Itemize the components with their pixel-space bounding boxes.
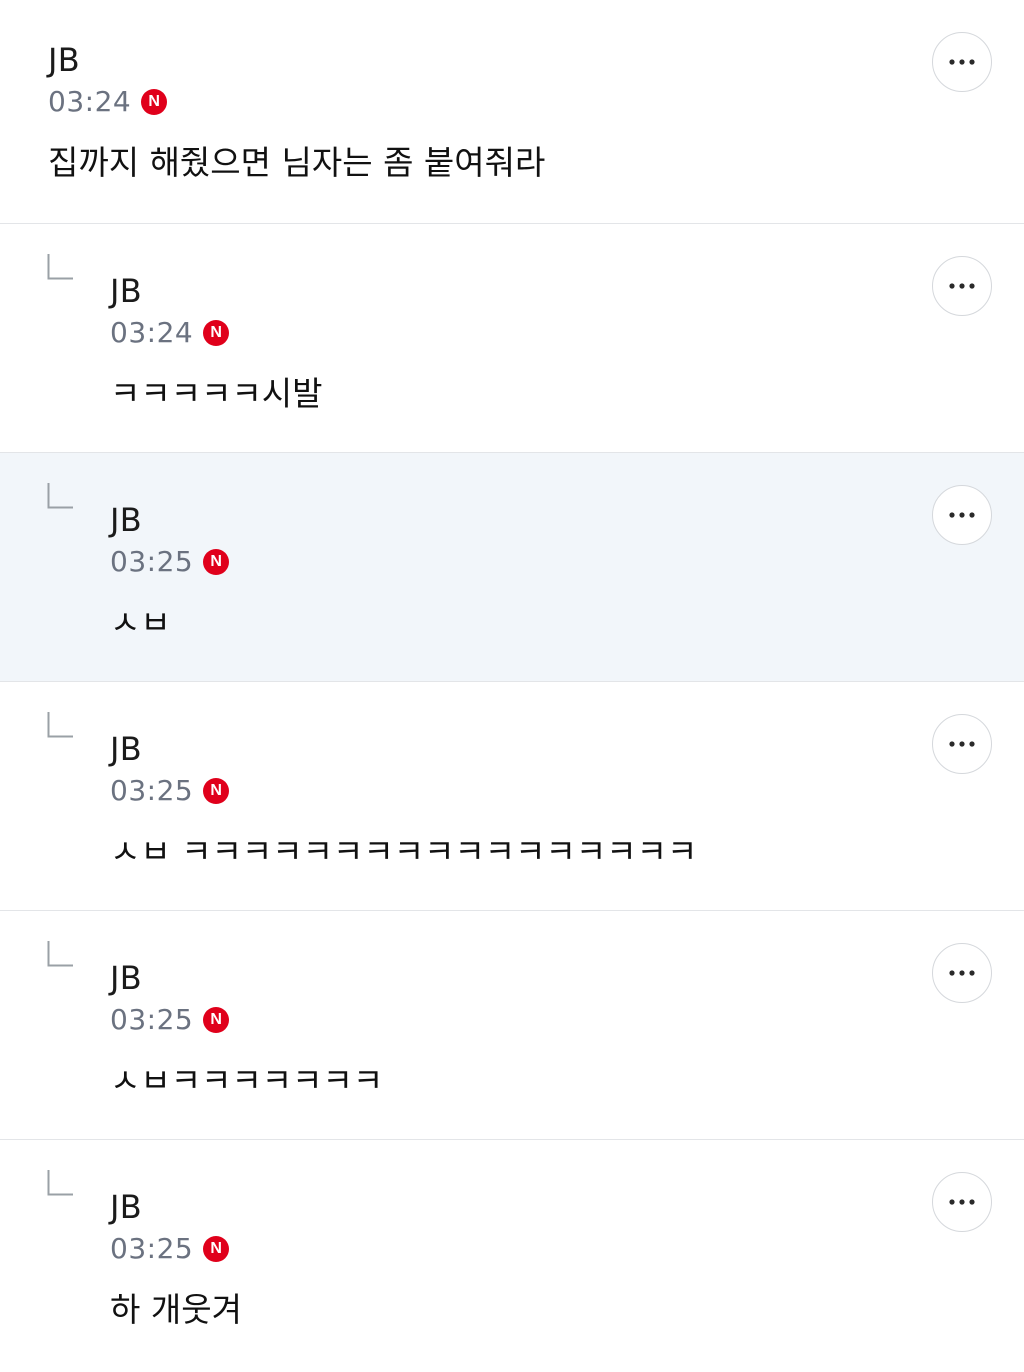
comment-author[interactable]: JB — [110, 271, 904, 311]
more-options-button[interactable] — [932, 32, 992, 92]
more-options-button[interactable] — [932, 256, 992, 316]
reply-arrow-icon — [47, 483, 73, 509]
more-horizontal-icon — [949, 741, 975, 747]
comment-meta: 03:25 N — [110, 542, 904, 582]
more-options-button[interactable] — [932, 1172, 992, 1232]
comment-text: ㅅㅂ — [110, 603, 171, 642]
more-options-button[interactable] — [932, 943, 992, 1003]
more-options-button[interactable] — [932, 714, 992, 774]
comment-content: JB 03:25 N ㅅㅂ ㅋㅋㅋㅋㅋㅋㅋㅋㅋㅋㅋㅋㅋㅋㅋㅋㅋ — [110, 729, 904, 877]
reply-item: JB 03:25 N ㅅㅂ ㅋㅋㅋㅋㅋㅋㅋㅋㅋㅋㅋㅋㅋㅋㅋㅋㅋ — [0, 682, 1024, 911]
comment-text: ㅅㅂㅋㅋㅋㅋㅋㅋㅋ — [110, 1061, 384, 1100]
comment-time: 03:25 — [110, 774, 194, 807]
more-options-button[interactable] — [932, 485, 992, 545]
comment-author[interactable]: JB — [110, 1187, 904, 1227]
comment-meta: 03:25 N — [110, 1000, 904, 1040]
comment-content: JB 03:25 N ㅅㅂ — [110, 500, 904, 648]
reply-arrow-icon — [47, 1170, 73, 1196]
comment-time: 03:25 — [110, 1232, 194, 1265]
reply-item: JB 03:25 N 하 개웃겨 — [0, 1140, 1024, 1372]
comment-content: JB 03:25 N ㅅㅂㅋㅋㅋㅋㅋㅋㅋ — [110, 958, 904, 1106]
reply-arrow-icon — [47, 712, 73, 738]
comment-time: 03:24 — [48, 85, 132, 118]
comment-time: 03:25 — [110, 545, 194, 578]
reply-item: JB 03:25 N ㅅㅂ — [0, 453, 1024, 682]
reply-arrow-icon — [47, 941, 73, 967]
comment-time: 03:25 — [110, 1003, 194, 1036]
comment-text: 하 개웃겨 — [110, 1290, 242, 1329]
comment-text: ㅋㅋㅋㅋㅋ시발 — [110, 374, 323, 413]
comment-author[interactable]: JB — [48, 40, 904, 80]
comment-text: 집까지 해줬으면 님자는 좀 붙여줘라 — [48, 143, 546, 182]
comment-time: 03:24 — [110, 316, 194, 349]
new-badge-icon: N — [203, 1236, 230, 1262]
more-horizontal-icon — [949, 970, 975, 976]
new-badge-icon: N — [203, 778, 230, 804]
new-badge-icon: N — [141, 89, 168, 115]
comment-content: JB 03:24 N ㅋㅋㅋㅋㅋ시발 — [110, 271, 904, 419]
more-horizontal-icon — [949, 283, 975, 289]
comment-text: ㅅㅂ ㅋㅋㅋㅋㅋㅋㅋㅋㅋㅋㅋㅋㅋㅋㅋㅋㅋ — [110, 832, 698, 871]
reply-item: JB 03:25 N ㅅㅂㅋㅋㅋㅋㅋㅋㅋ — [0, 911, 1024, 1140]
comment-meta: 03:25 N — [110, 1229, 904, 1269]
comment-meta: 03:24 N — [110, 313, 904, 353]
new-badge-icon: N — [203, 320, 230, 346]
reply-item: JB 03:24 N ㅋㅋㅋㅋㅋ시발 — [0, 224, 1024, 453]
more-horizontal-icon — [949, 512, 975, 518]
comment-list: JB 03:24 N 집까지 해줬으면 님자는 좀 붙여줘라 JB 03:24 … — [0, 0, 1024, 1372]
comment-meta: 03:25 N — [110, 771, 904, 811]
new-badge-icon: N — [203, 1007, 230, 1033]
more-horizontal-icon — [949, 1199, 975, 1205]
comment-author[interactable]: JB — [110, 729, 904, 769]
more-horizontal-icon — [949, 59, 975, 65]
comment-author[interactable]: JB — [110, 500, 904, 540]
comment-content: JB 03:25 N 하 개웃겨 — [110, 1187, 904, 1335]
comment-content: JB 03:24 N 집까지 해줬으면 님자는 좀 붙여줘라 — [48, 40, 904, 188]
comment-item: JB 03:24 N 집까지 해줬으면 님자는 좀 붙여줘라 — [0, 0, 1024, 224]
new-badge-icon: N — [203, 549, 230, 575]
comment-meta: 03:24 N — [48, 82, 904, 122]
comment-author[interactable]: JB — [110, 958, 904, 998]
reply-arrow-icon — [47, 254, 73, 280]
